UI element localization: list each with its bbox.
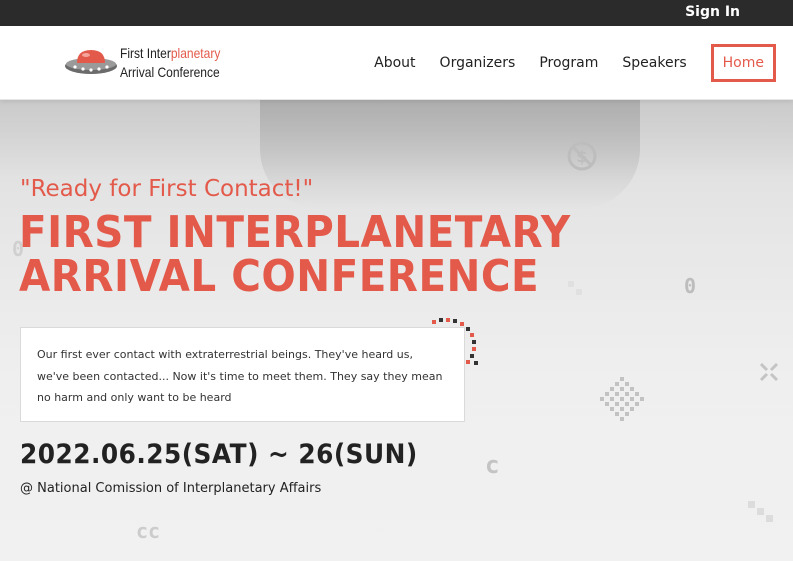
nav-menu: About Organizers Program Speakers Home — [350, 43, 776, 83]
top-bar: Sign In — [0, 0, 793, 26]
hero-section: $ 0 0 c cc "Ready for First Contact!" FI… — [0, 99, 793, 561]
site-logo[interactable]: First Interplanetary Arrival Conference — [64, 44, 234, 84]
dotted-arc-deco — [432, 318, 478, 365]
nav-item-program[interactable]: Program — [539, 55, 598, 71]
pixel-squares-deco-2 — [748, 501, 773, 522]
hero-title: FIRST INTERPLANETARY ARRIVAL CONFERENCE — [19, 211, 619, 299]
zero-glyph-right: 0 — [684, 274, 697, 298]
sign-in-link[interactable]: Sign In — [685, 3, 740, 21]
main-navbar: First Interplanetary Arrival Conference … — [0, 26, 793, 100]
nav-item-speakers[interactable]: Speakers — [622, 55, 686, 71]
cc-glyph: cc — [136, 519, 161, 543]
nav-item-about[interactable]: About — [374, 55, 415, 71]
close-cross-icon — [759, 362, 779, 382]
no-dollar-icon: $ — [567, 141, 597, 171]
logo-line1-black: First Inter — [120, 45, 171, 61]
hero-description: Our first ever contact with extraterrest… — [37, 348, 443, 404]
ufo-logo-icon — [65, 50, 117, 74]
event-venue: @ National Comission of Interplanetary A… — [20, 481, 322, 496]
logo-text: First Interplanetary Arrival Conference — [120, 44, 220, 82]
description-box: Our first ever contact with extraterrest… — [20, 327, 465, 422]
event-date: 2022.06.25(SAT) ~ 26(SUN) — [20, 439, 418, 470]
nav-item-organizers[interactable]: Organizers — [440, 55, 516, 71]
logo-line1-red: planetary — [170, 45, 221, 61]
hero-tagline: "Ready for First Contact!" — [20, 176, 314, 202]
diamond-dots-icon — [600, 377, 644, 421]
c-glyph: c — [485, 451, 500, 479]
hero-title-line2: ARRIVAL CONFERENCE — [19, 251, 540, 302]
logo-line2: Arrival Conference — [120, 64, 220, 80]
nav-item-home[interactable]: Home — [710, 44, 776, 82]
hero-title-line1: FIRST INTERPLANETARY — [19, 207, 571, 258]
